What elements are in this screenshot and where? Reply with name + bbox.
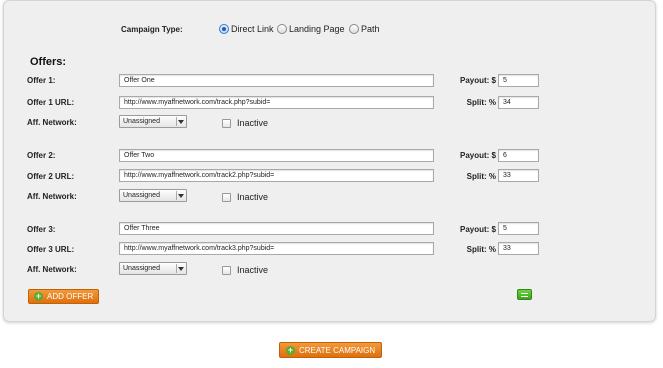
offer-1-name-input[interactable]: Offer One <box>119 74 434 87</box>
offer-2-name-input[interactable]: Offer Two <box>119 149 434 162</box>
offers-heading: Offers: <box>30 56 67 68</box>
offer-2-inactive-label: Inactive <box>237 192 269 202</box>
offer-1-payout-label: Payout: $ <box>459 76 496 85</box>
offer-2-url-label: Offer 2 URL: <box>27 172 75 181</box>
offer-2-inactive-checkbox[interactable] <box>222 192 231 202</box>
radio-button[interactable] <box>349 24 359 34</box>
radio-button-selected[interactable] <box>219 24 229 34</box>
offer-2-name-label: Offer 2: <box>27 151 56 160</box>
radio-direct-link[interactable]: Direct Link <box>219 23 274 35</box>
offer-1-network-label: Aff. Network: <box>27 118 77 127</box>
offer-1-url-input[interactable]: http://www.myaffnetwork.com/track.php?su… <box>119 96 434 109</box>
offer-2-url-input[interactable]: http://www.myaffnetwork.com/track2.php?s… <box>119 169 434 182</box>
offer-3-network-value: Unassigned <box>123 265 160 272</box>
offer-2-split-label: Split: % <box>466 172 496 181</box>
offer-3-split-label: Split: % <box>466 245 496 254</box>
offer-2-payout-input[interactable]: 6 <box>498 149 539 162</box>
chevron-down-icon[interactable] <box>176 117 185 126</box>
offer-3-payout-input[interactable]: 5 <box>498 222 539 235</box>
create-campaign-label: CREATE CAMPAIGN <box>299 345 376 355</box>
offer-1-inactive-checkbox[interactable] <box>222 118 231 128</box>
campaign-form-panel: Campaign Type: Direct Link Landing Page … <box>3 0 656 322</box>
offer-2-inactive-toggle[interactable]: Inactive <box>222 192 268 202</box>
offer-1-split-input[interactable]: 34 <box>498 96 539 109</box>
radio-label-direct-link: Direct Link <box>231 24 274 34</box>
equals-icon <box>521 295 528 297</box>
offer-3-network-label: Aff. Network: <box>27 265 77 274</box>
offer-3-split-input[interactable]: 33 <box>498 242 539 255</box>
offer-3-name-label: Offer 3: <box>27 225 56 234</box>
offer-3-inactive-toggle[interactable]: Inactive <box>222 265 268 275</box>
chevron-down-icon[interactable] <box>176 191 185 200</box>
offer-2-network-select[interactable]: Unassigned <box>119 189 187 202</box>
offer-1-inactive-toggle[interactable]: Inactive <box>222 118 268 128</box>
plus-circle-icon: + <box>286 344 295 355</box>
radio-label-path: Path <box>361 24 380 34</box>
offer-2-payout-label: Payout: $ <box>459 151 496 160</box>
offer-3-network-select[interactable]: Unassigned <box>119 262 187 275</box>
offer-2-network-value: Unassigned <box>123 192 160 199</box>
radio-label-landing-page: Landing Page <box>289 24 345 34</box>
radio-path[interactable]: Path <box>349 23 380 35</box>
offer-2-split-input[interactable]: 33 <box>498 169 539 182</box>
add-offer-label: ADD OFFER <box>47 292 94 301</box>
create-campaign-button[interactable]: + CREATE CAMPAIGN <box>279 342 383 358</box>
offer-1-network-select[interactable]: Unassigned <box>119 115 187 128</box>
offer-3-url-label: Offer 3 URL: <box>27 245 75 254</box>
offer-1-url-label: Offer 1 URL: <box>27 98 75 107</box>
campaign-type-label: Campaign Type: <box>121 25 183 34</box>
offer-3-url-input[interactable]: http://www.myaffnetwork.com/track3.php?s… <box>119 242 434 255</box>
offer-3-inactive-label: Inactive <box>237 265 269 275</box>
offer-1-inactive-label: Inactive <box>237 118 269 128</box>
equals-icon <box>521 292 528 294</box>
offer-1-network-value: Unassigned <box>123 118 160 125</box>
offer-1-split-label: Split: % <box>466 98 496 107</box>
plus-circle-icon: + <box>34 291 43 301</box>
offer-3-payout-label: Payout: $ <box>459 225 496 234</box>
offer-1-payout-input[interactable]: 5 <box>498 74 539 87</box>
offer-3-name-input[interactable]: Offer Three <box>119 222 434 235</box>
add-offer-button[interactable]: + ADD OFFER <box>28 289 100 304</box>
radio-button[interactable] <box>277 24 287 34</box>
offer-3-inactive-checkbox[interactable] <box>222 265 231 275</box>
offer-1-name-label: Offer 1: <box>27 76 56 85</box>
radio-landing-page[interactable]: Landing Page <box>277 23 345 35</box>
offer-2-network-label: Aff. Network: <box>27 192 77 201</box>
equalize-split-button[interactable] <box>517 289 532 300</box>
chevron-down-icon[interactable] <box>176 264 185 273</box>
